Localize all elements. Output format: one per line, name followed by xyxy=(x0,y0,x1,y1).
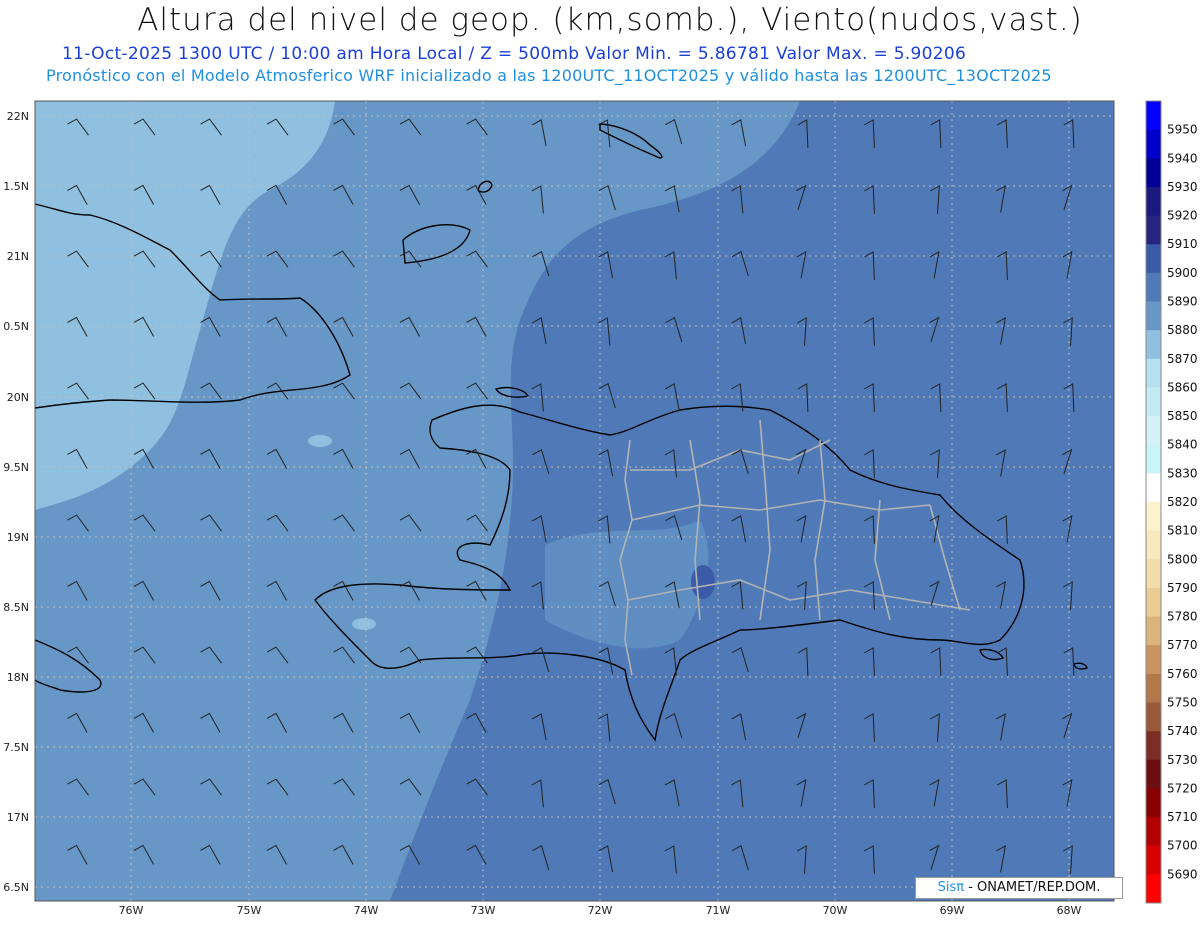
y-tick-label: 1.5N xyxy=(3,180,29,193)
y-axis-labels: 22N 1.5N 21N 0.5N 20N 9.5N 19N 8.5N 18N … xyxy=(3,110,29,894)
colorbar-swatch xyxy=(1146,387,1161,417)
credit-text: - ONAMET/REP.DOM. xyxy=(964,880,1101,895)
colorbar-swatch xyxy=(1146,817,1161,847)
colorbar-swatch xyxy=(1146,759,1161,789)
colorbar-swatch xyxy=(1146,301,1161,331)
colorbar-swatch xyxy=(1146,330,1161,360)
colorbar-label: 5700 xyxy=(1167,839,1198,853)
colorbar-swatch xyxy=(1146,874,1161,904)
colorbar-label: 5950 xyxy=(1167,123,1198,137)
sis-logo-text: Sisπ xyxy=(937,880,965,895)
credit-box: Sisπ - ONAMET/REP.DOM. xyxy=(915,877,1123,899)
colorbar-swatch xyxy=(1146,272,1161,302)
colorbar-label: 5770 xyxy=(1167,638,1198,652)
colorbar-label: 5830 xyxy=(1167,466,1198,480)
y-tick-label: 9.5N xyxy=(3,461,29,474)
colorbar-label: 5740 xyxy=(1167,724,1198,738)
colorbar-label: 5710 xyxy=(1167,810,1198,824)
colorbar-swatch xyxy=(1146,530,1161,560)
colorbar-swatch xyxy=(1146,645,1161,675)
colorbar: 5950 5940 5930 5920 5910 5900 5890 5880 5870 5860… xyxy=(1145,100,1198,904)
colorbar-label: 5920 xyxy=(1167,209,1198,223)
colorbar-swatch xyxy=(1146,502,1161,532)
colorbar-label: 5780 xyxy=(1167,610,1198,624)
colorbar-swatch xyxy=(1146,587,1161,618)
x-tick-label: 75W xyxy=(237,904,262,917)
colorbar-swatch xyxy=(1146,101,1161,131)
colorbar-label: 5690 xyxy=(1167,867,1198,881)
y-tick-label: 21N xyxy=(7,250,29,263)
x-tick-label: 73W xyxy=(471,904,496,917)
x-tick-label: 71W xyxy=(706,904,731,917)
y-tick-label: 20N xyxy=(7,391,29,404)
x-tick-label: 74W xyxy=(354,904,379,917)
x-tick-label: 70W xyxy=(823,904,848,917)
colorbar-swatch xyxy=(1146,731,1161,761)
colorbar-swatch xyxy=(1146,559,1161,589)
colorbar-swatch xyxy=(1146,158,1161,188)
colorbar-swatch xyxy=(1146,444,1161,474)
colorbar-swatch xyxy=(1146,358,1161,388)
colorbar-label: 5750 xyxy=(1167,696,1198,710)
x-tick-label: 69W xyxy=(940,904,965,917)
y-tick-label: 17N xyxy=(7,811,29,824)
colorbar-label: 5840 xyxy=(1167,438,1198,452)
colorbar-label: 5760 xyxy=(1167,667,1198,681)
x-tick-label: 68W xyxy=(1057,904,1082,917)
x-tick-label: 76W xyxy=(119,904,144,917)
colorbar-label: 5930 xyxy=(1167,180,1198,194)
colorbar-swatch xyxy=(1146,215,1161,245)
colorbar-label: 5940 xyxy=(1167,151,1198,165)
colorbar-label: 5910 xyxy=(1167,237,1198,251)
colorbar-swatch xyxy=(1146,845,1161,875)
colorbar-label: 5900 xyxy=(1167,266,1198,280)
colorbar-label: 5880 xyxy=(1167,323,1198,337)
colorbar-label: 5860 xyxy=(1167,380,1198,394)
y-tick-label: 19N xyxy=(7,531,29,544)
colorbar-swatch xyxy=(1146,473,1161,503)
x-axis-labels: 76W 75W 74W 73W 72W 71W 70W 69W 68W xyxy=(119,904,1082,917)
colorbar-swatch xyxy=(1146,186,1161,217)
y-tick-label: 6.5N xyxy=(3,881,29,894)
colorbar-label: 5800 xyxy=(1167,552,1198,566)
colorbar-label: 5820 xyxy=(1167,495,1198,509)
colorbar-label: 5890 xyxy=(1167,295,1198,309)
x-tick-label: 72W xyxy=(588,904,613,917)
colorbar-swatch xyxy=(1146,129,1161,159)
colorbar-label: 5720 xyxy=(1167,781,1198,795)
colorbar-swatch xyxy=(1146,702,1161,732)
colorbar-swatch xyxy=(1146,673,1161,703)
colorbar-swatch xyxy=(1146,244,1161,274)
colorbar-swatch xyxy=(1146,416,1161,446)
colorbar-label: 5870 xyxy=(1167,352,1198,366)
colorbar-label: 5790 xyxy=(1167,581,1198,595)
y-tick-label: 7.5N xyxy=(3,741,29,754)
colorbar-label: 5810 xyxy=(1167,524,1198,538)
colorbar-label: 5850 xyxy=(1167,409,1198,423)
weather-map: 76W 75W 74W 73W 72W 71W 70W 69W 68W 22N … xyxy=(3,100,1198,917)
colorbar-label: 5730 xyxy=(1167,753,1198,767)
y-tick-label: 8.5N xyxy=(3,601,29,614)
y-tick-label: 0.5N xyxy=(3,320,29,333)
colorbar-swatch xyxy=(1146,616,1161,646)
y-tick-label: 18N xyxy=(7,671,29,684)
colorbar-swatch xyxy=(1146,788,1161,818)
y-tick-label: 22N xyxy=(7,110,29,123)
